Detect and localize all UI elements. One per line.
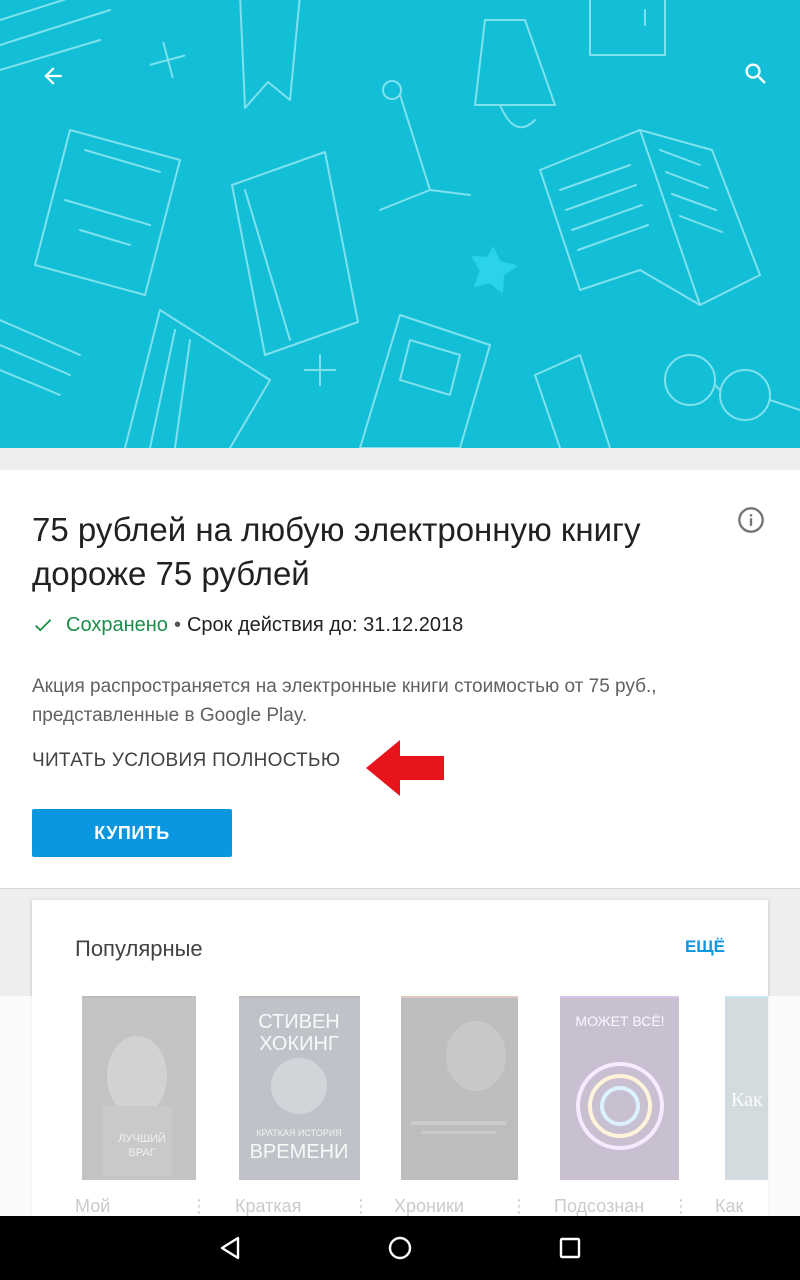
nav-recents-icon [559,1237,581,1259]
book-cover-image: МОЖЕТ ВСЁ! [560,996,679,1180]
more-vert-icon[interactable]: ⋮ [672,1196,690,1216]
book-title[interactable]: Хроники [394,1196,504,1217]
search-icon [745,63,766,84]
book-cover-image [401,996,518,1180]
offer-title: 75 рублей на любую электронную книгу дор… [32,511,641,592]
cover-text: КРАТКАЯ ИСТОРИЯ [256,1128,341,1138]
nav-back-button[interactable] [200,1228,260,1268]
cover-text: ЛУЧШИЙ [118,1132,165,1145]
cover-text: Как [731,1089,763,1111]
read-terms-link[interactable]: ЧИТАТЬ УСЛОВИЯ ПОЛНОСТЬЮ [32,750,340,772]
cover-text: ВРАГ [128,1147,155,1159]
popular-section: Популярные ЕЩЁ ЛУЧШИЙ ВРАГ СТИВЕН ХОКИНГ… [32,900,768,1220]
system-nav-bar [0,1216,800,1280]
book-cover[interactable]: СТИВЕН ХОКИНГ КРАТКАЯ ИСТОРИЯ ВРЕМЕНИ [239,996,360,1180]
cover-text: СТИВЕН [258,1011,340,1033]
search-button[interactable] [728,46,784,102]
arrow-back-icon [44,67,62,85]
book-cover[interactable] [401,996,518,1180]
divider-strip [0,448,800,470]
more-link[interactable]: ЕЩЁ [685,937,725,957]
back-button[interactable] [25,48,81,104]
separator-dot: • [173,613,181,636]
cover-text: ХОКИНГ [259,1033,339,1055]
offer-card: 75 рублей на любую электронную книгу дор… [0,470,800,889]
offer-description: Акция распространяется на электронные кн… [32,676,657,726]
promo-banner [0,0,800,448]
check-icon [35,619,52,632]
cover-text: МОЖЕТ ВСЁ! [575,1013,664,1029]
nav-home-button[interactable] [370,1228,430,1268]
book-title[interactable]: Краткая [235,1196,335,1217]
book-cover[interactable]: Как [725,996,768,1180]
book-title[interactable]: Подсознан [554,1196,664,1217]
more-vert-icon[interactable]: ⋮ [510,1196,528,1216]
book-cover-image: Как [725,996,768,1180]
nav-back-icon [220,1236,240,1260]
cover-text: ВРЕМЕНИ [250,1141,349,1163]
book-cover[interactable]: МОЖЕТ ВСЁ! [560,996,679,1180]
more-vert-icon[interactable]: ⋮ [352,1196,370,1216]
saved-status: Сохранено [66,613,168,636]
book-title[interactable]: Мой [75,1196,175,1217]
book-cover-image: ЛУЧШИЙ ВРАГ [82,996,196,1180]
book-title[interactable]: Как [715,1196,765,1217]
book-pattern-illustration [0,0,800,448]
section-title: Популярные [75,936,203,961]
nav-home-icon [388,1236,412,1260]
nav-recents-button[interactable] [540,1228,600,1268]
red-pointer-arrow-icon [366,740,444,796]
buy-button[interactable]: КУПИТЬ [32,809,232,857]
book-cover-image: СТИВЕН ХОКИНГ КРАТКАЯ ИСТОРИЯ ВРЕМЕНИ [239,996,360,1180]
more-vert-icon[interactable]: ⋮ [190,1196,208,1216]
info-icon[interactable] [737,506,765,534]
offer-status-row: Сохранено • Срок действия до: 31.12.2018 [32,610,463,640]
valid-until-text: Срок действия до: 31.12.2018 [186,613,464,636]
book-cover[interactable]: ЛУЧШИЙ ВРАГ [82,996,196,1180]
